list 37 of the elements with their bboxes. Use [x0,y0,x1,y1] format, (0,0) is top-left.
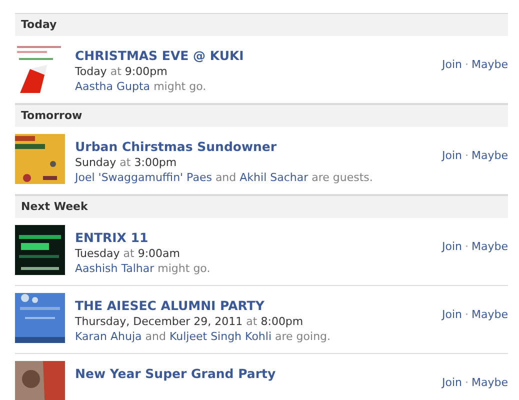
separator: · [465,58,468,71]
rsvp-link[interactable]: Join [442,58,462,71]
person-link[interactable]: Joel 'Swaggamuffin' Paes [75,171,212,184]
separator: · [465,240,468,253]
section-heading: Next Week [15,195,508,218]
separator: · [465,149,468,162]
event-time: Sunday at 3:00pm [75,155,177,170]
guest-note: Karan Ahuja and Kuljeet Singh Kohli are going. [75,329,331,344]
person-link[interactable]: Kuljeet Singh Kohli [169,330,272,343]
guest-note: Joel 'Swaggamuffin' Paes and Akhil Sachar are guests. [75,170,373,185]
rsvp-link[interactable]: Join [442,376,462,389]
event-title[interactable]: New Year Super Grand Party [75,366,276,382]
guest-note: Aastha Gupta might go. [75,79,206,94]
section-heading: Today [15,13,508,36]
separator: · [465,376,468,389]
person-link[interactable]: Aastha Gupta [75,80,150,93]
rsvp-link[interactable]: Maybe [472,308,508,321]
rsvp-link[interactable]: Maybe [472,58,508,71]
rsvp-link[interactable]: Join [442,308,462,321]
event-time: Thursday, December 29, 2011 at 8:00pm [75,314,304,329]
rsvp-link[interactable]: Join [442,240,462,253]
event-title[interactable]: ENTRIX 11 [75,230,148,246]
event-title[interactable]: CHRISTMAS EVE @ KUKI [75,48,244,64]
rsvp-link[interactable]: Maybe [472,376,508,389]
rsvp-link[interactable]: Maybe [472,240,508,253]
separator: · [465,308,468,321]
person-link[interactable]: Akhil Sachar [240,171,308,184]
event-title[interactable]: Urban Chirstmas Sundowner [75,139,277,155]
rsvp-link[interactable]: Join [442,149,462,162]
person-link[interactable]: Aashish Talhar [75,262,154,275]
section-heading: Tomorrow [15,104,508,127]
rsvp-link[interactable]: Maybe [472,149,508,162]
person-link[interactable]: Karan Ahuja [75,330,142,343]
event-title[interactable]: THE AIESEC ALUMNI PARTY [75,298,264,314]
event-time: Tuesday at 9:00am [75,246,180,261]
guest-note: Aashish Talhar might go. [75,261,210,276]
event-time: Today at 9:00pm [75,64,168,79]
